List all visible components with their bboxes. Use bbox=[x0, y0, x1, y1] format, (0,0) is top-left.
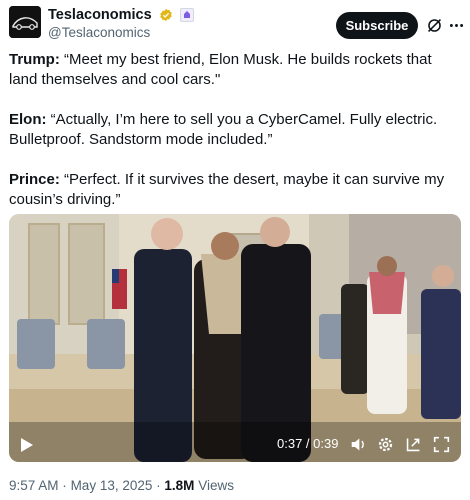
video-timecode: 0:37 / 0:39 bbox=[277, 436, 339, 451]
quote-text: “Meet my best friend, Elon Musk. He buil… bbox=[9, 51, 432, 88]
display-name-line: Teslaconomics bbox=[48, 7, 194, 23]
views-count: 1.8M bbox=[164, 478, 195, 493]
car-logo-icon bbox=[9, 6, 41, 38]
speaker-label: Prince: bbox=[9, 171, 60, 188]
quote-text: “Actually, I’m here to sell you a CyberC… bbox=[9, 111, 438, 148]
speaker-label: Trump: bbox=[9, 51, 60, 68]
tweet-paragraph-trump: Trump: “Meet my best friend, Elon Musk. … bbox=[9, 50, 461, 90]
volume-icon[interactable] bbox=[350, 436, 367, 453]
tweet-date[interactable]: May 13, 2025 bbox=[71, 478, 153, 493]
display-name[interactable]: Teslaconomics bbox=[48, 7, 152, 23]
affiliate-badge-icon[interactable] bbox=[179, 8, 194, 23]
tweet-paragraph-prince: Prince: “Perfect. If it survives the des… bbox=[9, 170, 461, 210]
verified-badge-icon[interactable] bbox=[159, 8, 173, 22]
avatar[interactable] bbox=[9, 6, 41, 38]
tweet-paragraph-elon: Elon: “Actually, I’m here to sell you a … bbox=[9, 110, 461, 150]
grok-icon[interactable] bbox=[426, 17, 443, 34]
meta-separator: · bbox=[156, 478, 161, 493]
play-icon[interactable] bbox=[20, 437, 34, 453]
views-label: Views bbox=[198, 478, 234, 493]
fullscreen-icon[interactable] bbox=[433, 436, 450, 453]
tweet-meta: 9:57 AM · May 13, 2025 · 1.8M Views bbox=[9, 478, 234, 493]
speaker-label: Elon: bbox=[9, 111, 47, 128]
pip-icon[interactable] bbox=[405, 436, 422, 453]
handle[interactable]: @Teslaconomics bbox=[48, 25, 150, 40]
settings-icon[interactable] bbox=[377, 436, 394, 453]
tweet-header: Teslaconomics @Teslaconomics Subscribe bbox=[9, 6, 464, 40]
video-frame bbox=[9, 214, 461, 462]
video-player[interactable]: 0:37 / 0:39 bbox=[9, 214, 461, 462]
subscribe-button[interactable]: Subscribe bbox=[336, 12, 418, 39]
more-icon[interactable] bbox=[448, 17, 465, 34]
quote-text: “Perfect. If it survives the desert, may… bbox=[9, 171, 445, 208]
tweet-text: Trump: “Meet my best friend, Elon Musk. … bbox=[9, 50, 461, 230]
video-controls: 0:37 / 0:39 bbox=[9, 426, 461, 462]
meta-separator: · bbox=[62, 478, 67, 493]
tweet-time[interactable]: 9:57 AM bbox=[9, 478, 59, 493]
